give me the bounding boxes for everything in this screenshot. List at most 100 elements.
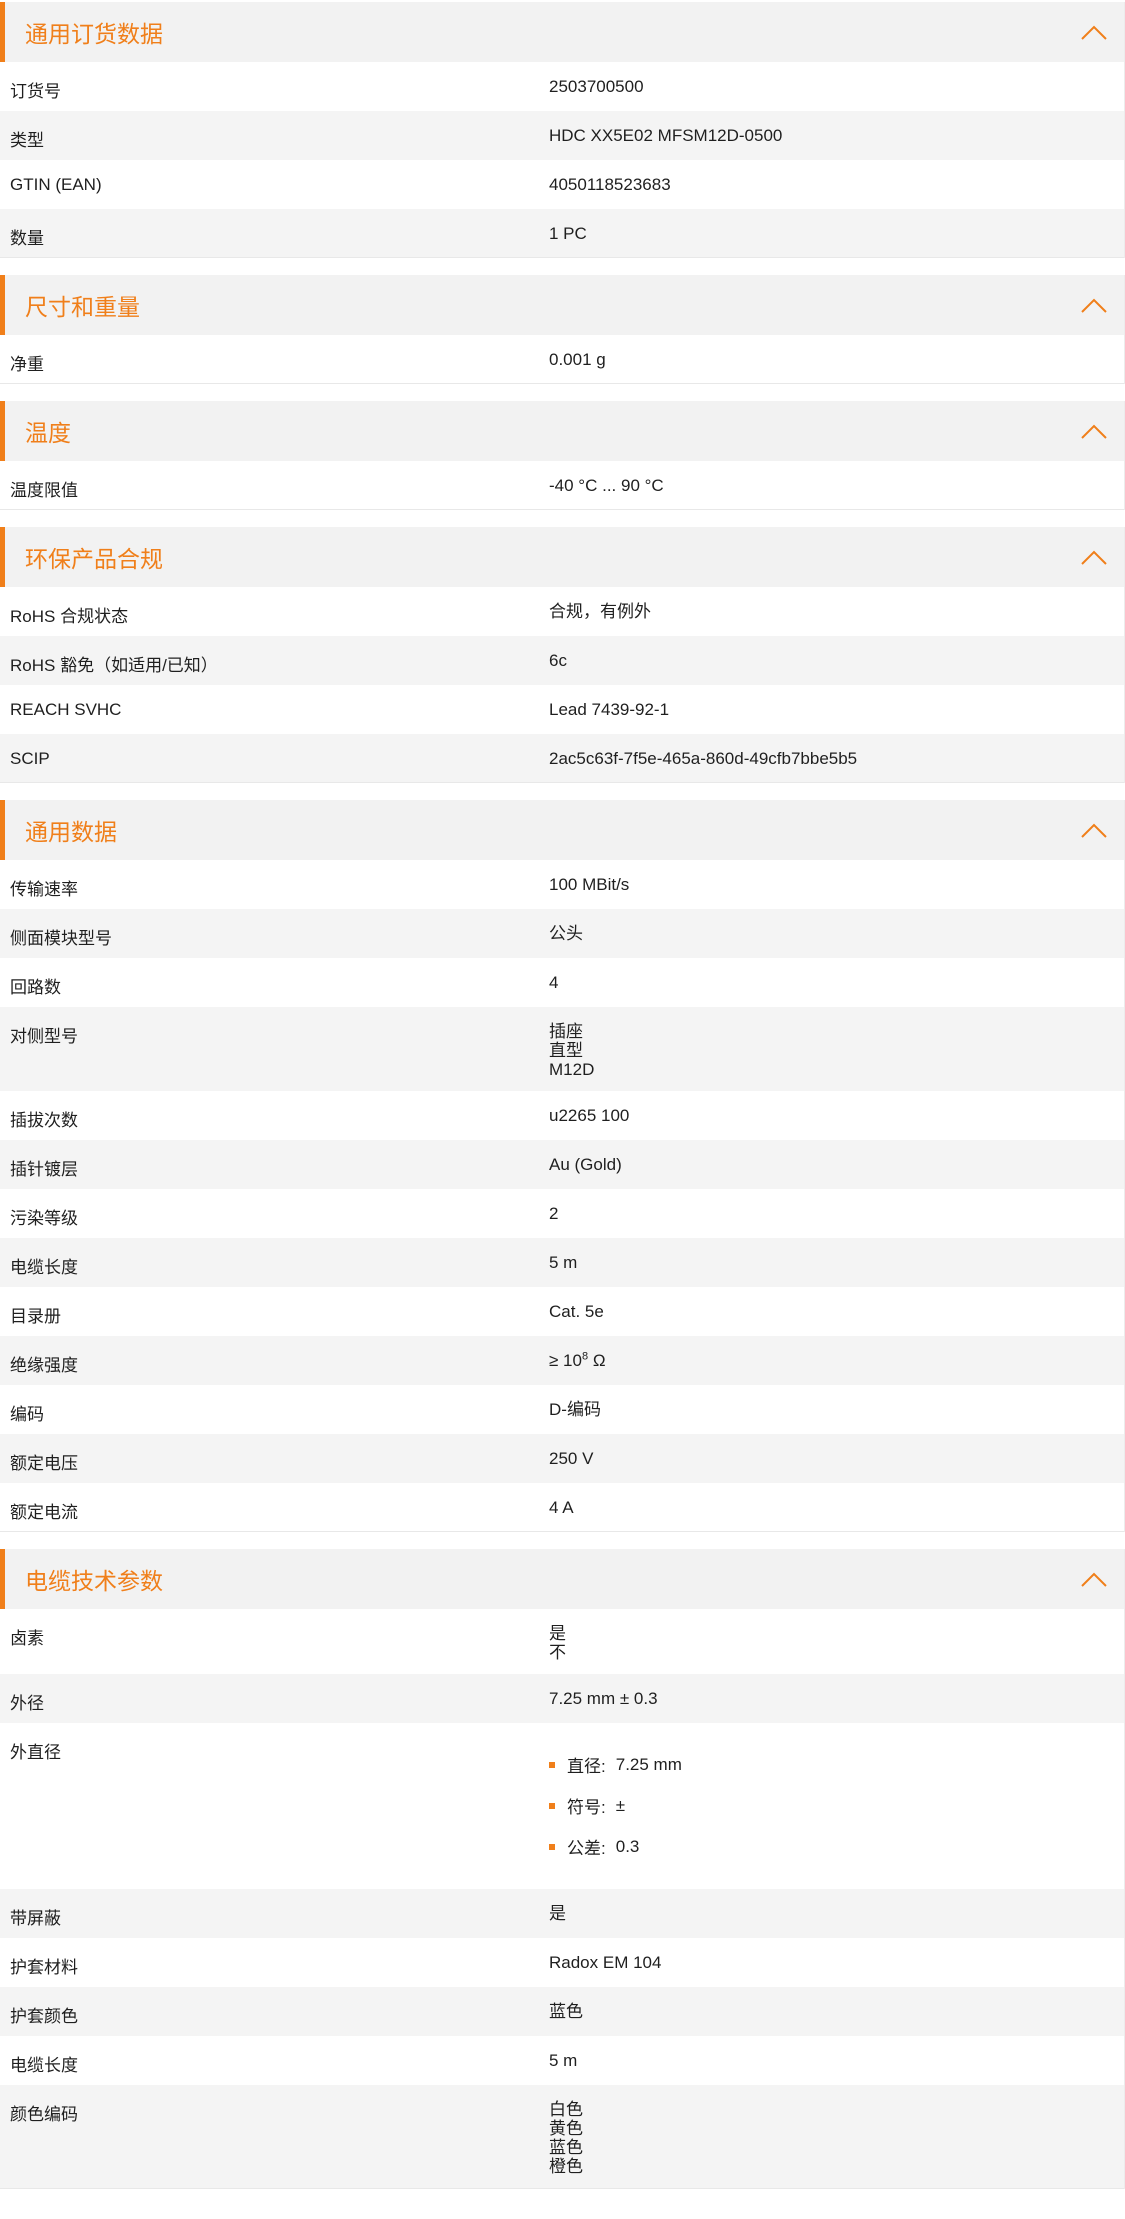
value-line: D-编码 [549, 1400, 1124, 1419]
spec-label: 数量 [10, 229, 44, 248]
spec-label: 污染等级 [10, 1209, 78, 1228]
value-text: M12D [549, 1060, 595, 1079]
value-text: 白色 [549, 2100, 583, 2119]
value-text: 5 m [549, 1253, 578, 1272]
spec-row: 净重 0.001 g [0, 335, 1124, 384]
spec-label: 额定电压 [10, 1454, 78, 1473]
product-spec-page: 通用订货数据订货号 2503700500 类型 HDC XX5E02 MFSM12D-… [0, 0, 1125, 2189]
chevron-up-icon[interactable] [1080, 821, 1108, 839]
spec-value: D-编码 [539, 1385, 1124, 1434]
value-text: 7.25 mm ± 0.3 [549, 1689, 658, 1708]
spec-row: 护套颜色 蓝色 [0, 1987, 1124, 2036]
value-line: 4 A [549, 1498, 1124, 1517]
bullet-key: 公差: [567, 1839, 606, 1858]
section-header-toggle[interactable]: 电缆技术参数 [0, 1549, 1124, 1609]
bullet-square-icon [549, 1761, 555, 1768]
spec-row: 绝缘强度 ≥ 108 Ω [0, 1336, 1124, 1385]
spec-value: Radox EM 104 [539, 1938, 1124, 1987]
spec-value: Cat. 5e [539, 1287, 1124, 1336]
section-title: 通用订货数据 [25, 21, 163, 47]
chevron-up-icon[interactable] [1080, 422, 1108, 440]
spec-row: 编码 D-编码 [0, 1385, 1124, 1434]
spec-row: 传输速率 100 MBit/s [0, 860, 1124, 909]
spec-row: 污染等级 2 [0, 1189, 1124, 1238]
section-header-toggle[interactable]: 通用订货数据 [0, 2, 1124, 62]
value-line: 黄色 [549, 2119, 1124, 2138]
spec-value: u2265 100 [539, 1091, 1124, 1140]
spec-section: 电缆技术参数 卤素是不外径 7.25 mm ± 0.3 外直径 直径: 7.25 mm 符号… [0, 1549, 1125, 2189]
chevron-up-icon[interactable] [1080, 1570, 1108, 1588]
spec-value: 合规，有例外 [539, 587, 1124, 636]
spec-value: 1 PC [539, 209, 1124, 257]
bullet-item: 直径: 7.25 mm [549, 1744, 1124, 1785]
value-line: Cat. 5e [549, 1302, 1124, 1321]
spec-label: 电缆长度 [10, 1258, 78, 1277]
spec-row: 目录册 Cat. 5e [0, 1287, 1124, 1336]
value-text: 橙色 [549, 2157, 583, 2176]
value-line: 4 [549, 973, 1124, 992]
section-header-toggle[interactable]: 尺寸和重量 [0, 275, 1124, 335]
spec-label: 温度限值 [10, 481, 78, 500]
chevron-up-icon[interactable] [1080, 23, 1108, 41]
spec-section: 环保产品合规 RoHS 合规状态 合规，有例外 RoHS 豁免（如适用/已知） 6c RE… [0, 527, 1125, 783]
spec-row: 数量 1 PC [0, 209, 1124, 258]
section-header-toggle[interactable]: 环保产品合规 [0, 527, 1124, 587]
spec-row: 额定电流 4 A [0, 1483, 1124, 1532]
spec-row: SCIP 2ac5c63f-7f5e-465a-860d-49cfb7bbe5b5 [0, 734, 1124, 783]
spec-label: RoHS 豁免（如适用/已知） [10, 656, 218, 675]
value-line: 4050118523683 [549, 175, 1124, 194]
spec-value: 白色 黄色 蓝色 橙色 [539, 2085, 1124, 2188]
value-text: 6c [549, 651, 567, 670]
bullet-square-icon [549, 1843, 555, 1850]
chevron-up-icon[interactable] [1080, 296, 1108, 314]
spec-label: 目录册 [10, 1307, 61, 1326]
value-text: 0.001 g [549, 350, 606, 369]
spec-label: 类型 [10, 131, 44, 150]
bullet-value: 0.3 [615, 1836, 640, 1856]
value-text: 是 [549, 1904, 566, 1923]
value-line: 白色 [549, 2100, 1124, 2119]
value-text: ≥ 10 [549, 1351, 582, 1370]
spec-row: 护套材料 Radox EM 104 [0, 1938, 1124, 1987]
value-line: 直型 [549, 1041, 1124, 1060]
value-line: 2503700500 [549, 77, 1124, 96]
spec-value: 100 MBit/s [539, 860, 1124, 909]
spec-label: 带屏蔽 [10, 1909, 61, 1928]
spec-value: 4050118523683 [539, 160, 1124, 209]
spec-label: 插拔次数 [10, 1111, 78, 1130]
spec-label: 电缆长度 [10, 2056, 78, 2075]
spec-label: 侧面模块型号 [10, 929, 112, 948]
spec-label: 外直径 [10, 1743, 61, 1762]
spec-value: 是不 [539, 1609, 1124, 1674]
spec-label: 编码 [10, 1405, 44, 1424]
value-line: 0.001 g [549, 350, 1124, 369]
value-line: 7.25 mm ± 0.3 [549, 1689, 1124, 1708]
spec-label: 插针镀层 [10, 1160, 78, 1179]
spec-label: 订货号 [10, 82, 61, 101]
bullet-item: 符号: ± [549, 1785, 1124, 1826]
bullet-key: 直径: [567, 1757, 606, 1776]
value-text: Cat. 5e [549, 1302, 604, 1321]
value-unit: Ω [588, 1351, 606, 1370]
value-text: 2ac5c63f-7f5e-465a-860d-49cfb7bbe5b5 [549, 749, 858, 768]
section-header-toggle[interactable]: 通用数据 [0, 800, 1124, 860]
spec-row: 额定电压 250 V [0, 1434, 1124, 1483]
value-line: Lead 7439-92-1 [549, 700, 1124, 719]
bullet-value: 7.25 mm [615, 1754, 682, 1774]
value-line: 5 m [549, 1253, 1124, 1272]
section-header-toggle[interactable]: 温度 [0, 401, 1124, 461]
chevron-up-icon[interactable] [1080, 548, 1108, 566]
spec-label: 护套材料 [10, 1958, 78, 1977]
spec-row: 侧面模块型号 公头 [0, 909, 1124, 958]
value-line: 是 [549, 1624, 1124, 1643]
section-title: 电缆技术参数 [25, 1568, 163, 1594]
value-text: 250 V [549, 1449, 594, 1468]
spec-value: 是 [539, 1889, 1124, 1938]
spec-label: 外径 [10, 1694, 44, 1713]
spec-row: 类型 HDC XX5E02 MFSM12D-0500 [0, 111, 1124, 160]
section-title: 通用数据 [25, 819, 117, 845]
spec-section: 通用订货数据订货号 2503700500 类型 HDC XX5E02 MFSM12D-… [0, 2, 1125, 258]
value-text: 直型 [549, 1041, 583, 1060]
spec-label: REACH SVHC [10, 700, 122, 719]
bullet-square-icon [549, 1802, 555, 1809]
